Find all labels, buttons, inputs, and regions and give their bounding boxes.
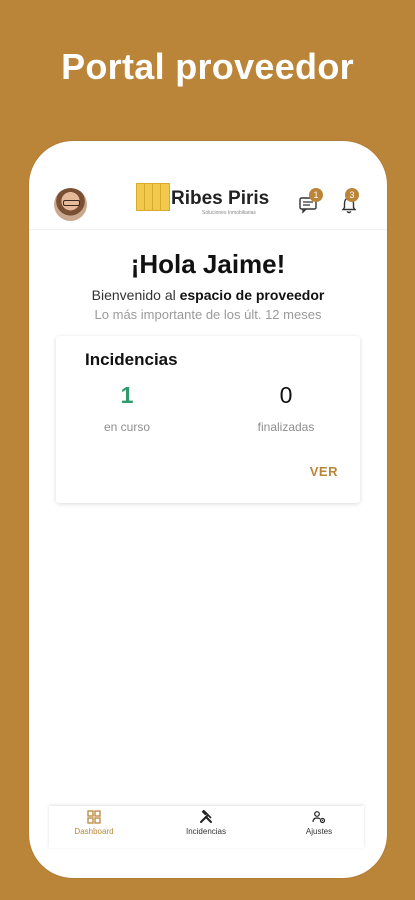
bottom-nav: Dashboard Incidencias Ajustes	[49, 806, 364, 848]
nav-ajustes[interactable]: Ajustes	[274, 810, 364, 836]
nav-dashboard-label: Dashboard	[74, 827, 114, 836]
welcome-text: Bienvenido al espacio de proveedor	[29, 287, 387, 303]
nav-dashboard[interactable]: Dashboard	[49, 810, 139, 836]
logo-tagline: Soluciones Inmobiliarias	[202, 210, 256, 216]
stat-finalizadas-value: 0	[279, 382, 293, 408]
period-text: Lo más importante de los últ. 12 meses	[94, 307, 322, 322]
dashboard-icon	[87, 810, 101, 824]
stat-finalizadas-label: finalizadas	[257, 420, 315, 434]
nav-ajustes-label: Ajustes	[305, 827, 333, 836]
tools-icon	[200, 810, 212, 823]
promo-title: Portal proveedor	[61, 46, 354, 87]
welcome-prefix: Bienvenido al	[91, 287, 176, 303]
ver-button[interactable]: VER	[310, 464, 338, 479]
app-header: Ribes Piris Soluciones Inmobiliarias 1 3	[29, 141, 387, 230]
company-logo: Ribes Piris Soluciones Inmobiliarias	[136, 181, 276, 217]
phone-screen: Ribes Piris Soluciones Inmobiliarias 1 3…	[29, 141, 387, 878]
stat-en-curso-value: 1	[120, 382, 134, 408]
incidencias-card: Incidencias 1 en curso 0 finalizadas VER	[56, 336, 360, 503]
nav-incidencias-label: Incidencias	[185, 827, 227, 836]
settings-icon	[312, 811, 326, 824]
chat-badge: 1	[309, 188, 323, 202]
logo-folders-icon	[136, 183, 170, 211]
stat-en-curso-label: en curso	[103, 420, 151, 434]
card-title: Incidencias	[85, 350, 178, 369]
bell-badge: 3	[345, 188, 359, 202]
avatar[interactable]	[54, 188, 87, 221]
greeting: ¡Hola Jaime!	[130, 249, 286, 279]
nav-incidencias[interactable]: Incidencias	[161, 810, 251, 836]
welcome-bold: espacio de proveedor	[179, 287, 325, 303]
logo-name: Ribes Piris	[171, 188, 270, 209]
